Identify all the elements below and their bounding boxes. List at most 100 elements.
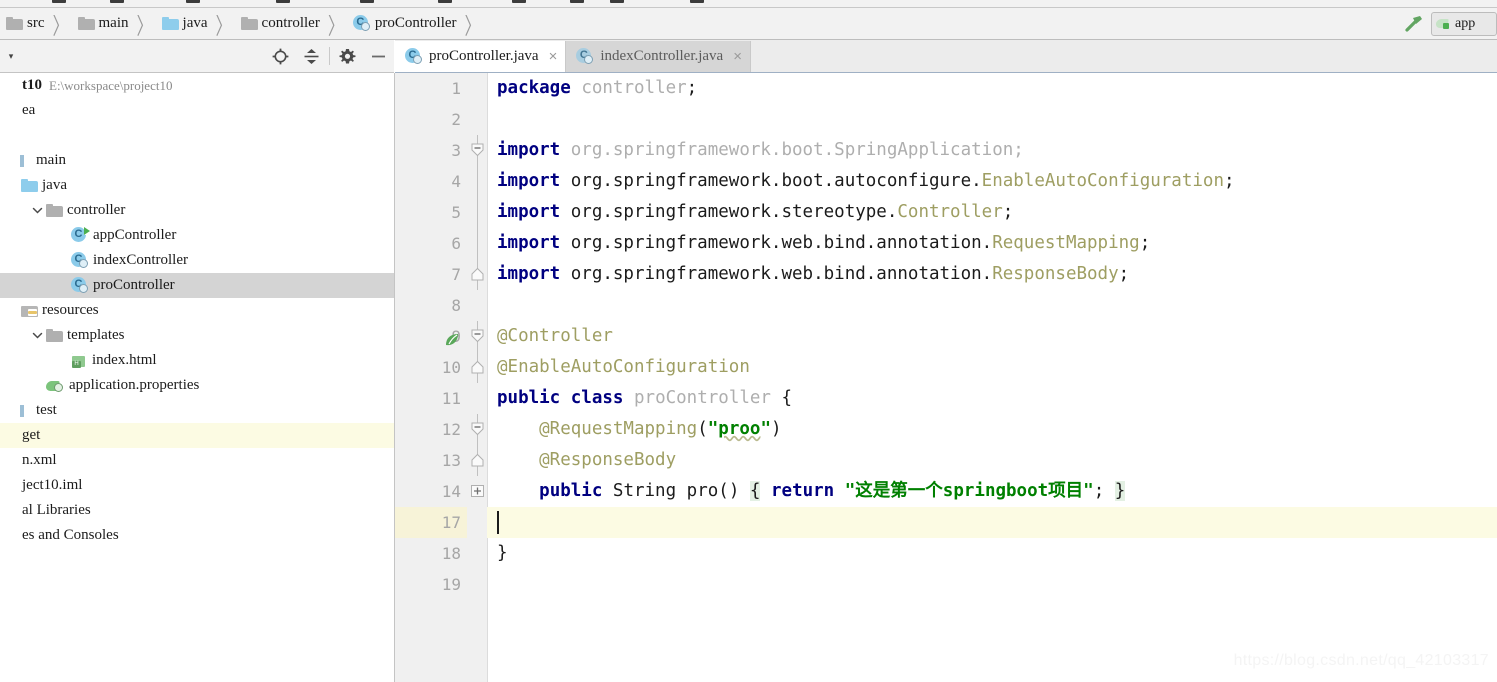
editor-tab-indexcontroller-java[interactable]: indexController.java × xyxy=(566,41,751,72)
fold-collapse-icon[interactable] xyxy=(470,328,485,344)
run-configuration-selector[interactable]: app xyxy=(1431,11,1497,36)
code-text[interactable]: @Controller xyxy=(487,321,1497,352)
tree-item-resources[interactable]: resources xyxy=(0,298,394,323)
fold-gutter-cell[interactable] xyxy=(467,538,487,569)
code-line-12[interactable]: 12 @RequestMapping("proo") xyxy=(395,414,1497,445)
code-line-7[interactable]: 7 import org.springframework.web.bind.ann… xyxy=(395,259,1497,290)
editor-tab-procontroller-java[interactable]: proController.java × xyxy=(395,41,567,72)
fold-gutter-cell[interactable] xyxy=(467,290,487,321)
code-line-17[interactable]: 17 xyxy=(395,507,1497,538)
code-line-1[interactable]: 1 package controller; xyxy=(395,73,1497,104)
code-text[interactable] xyxy=(487,569,1497,600)
fold-gutter-cell[interactable] xyxy=(467,383,487,414)
code-text[interactable]: @RequestMapping("proo") xyxy=(487,414,1497,445)
tree-item-test[interactable]: test xyxy=(0,398,394,423)
code-line-6[interactable]: 6 import org.springframework.web.bind.ann… xyxy=(395,228,1497,259)
code-text[interactable]: } xyxy=(487,538,1497,569)
code-text[interactable]: import org.springframework.stereotype.Co… xyxy=(487,197,1497,228)
toolbar-icon[interactable] xyxy=(512,0,526,3)
tree-item-index-html[interactable]: index.html xyxy=(0,348,394,373)
fold-gutter-cell[interactable] xyxy=(467,321,487,352)
close-icon[interactable]: × xyxy=(733,48,742,65)
toolbar-icon[interactable] xyxy=(52,0,66,3)
tree-item-get[interactable]: get xyxy=(0,423,394,448)
toolbar-icon[interactable] xyxy=(570,0,584,3)
tree-item-ject10-iml[interactable]: ject10.iml xyxy=(0,473,394,498)
tree-item-blank[interactable] xyxy=(0,123,394,148)
tree-item-main[interactable]: main xyxy=(0,148,394,173)
close-icon[interactable]: × xyxy=(549,48,558,65)
code-line-11[interactable]: 11 public class proController { xyxy=(395,383,1497,414)
code-line-14[interactable]: 14 public String pro() { return "这是第一个sp… xyxy=(395,476,1497,507)
tree-item-indexcontroller[interactable]: indexController xyxy=(0,248,394,273)
tree-item-al-libraries[interactable]: al Libraries xyxy=(0,498,394,523)
fold-gutter-cell[interactable] xyxy=(467,166,487,197)
fold-gutter-cell[interactable] xyxy=(467,476,487,507)
fold-collapse-icon[interactable] xyxy=(470,421,485,437)
fold-region-end-icon[interactable] xyxy=(470,452,485,468)
fold-gutter-cell[interactable] xyxy=(467,135,487,166)
code-text[interactable] xyxy=(487,507,1497,538)
code-line-3[interactable]: 3 import org.springframework.boot.SpringA… xyxy=(395,135,1497,166)
tree-item-java[interactable]: java xyxy=(0,173,394,198)
fold-gutter-cell[interactable] xyxy=(467,197,487,228)
code-text[interactable]: @ResponseBody xyxy=(487,445,1497,476)
toolbar-icon[interactable] xyxy=(360,0,374,3)
tree-item-templates[interactable]: templates xyxy=(0,323,394,348)
spring-bean-gutter-icon[interactable] xyxy=(443,328,460,346)
code-editor[interactable]: 1 package controller; 2 3 import org.springf… xyxy=(395,73,1497,682)
project-view-dropdown-icon[interactable]: ▾ xyxy=(0,51,22,62)
fold-gutter-cell[interactable] xyxy=(467,259,487,290)
code-line-10[interactable]: 10 @EnableAutoConfiguration xyxy=(395,352,1497,383)
code-line-5[interactable]: 5 import org.springframework.stereotype.C… xyxy=(395,197,1497,228)
fold-gutter-cell[interactable] xyxy=(467,73,487,104)
hammer-icon[interactable] xyxy=(1397,11,1431,37)
chevron-down-icon[interactable] xyxy=(28,198,46,223)
code-line-8[interactable]: 8 xyxy=(395,290,1497,321)
code-line-19[interactable]: 19 xyxy=(395,569,1497,600)
tree-item-es-and-consoles[interactable]: es and Consoles xyxy=(0,523,394,548)
fold-gutter-cell[interactable] xyxy=(467,569,487,600)
toolbar-icon[interactable] xyxy=(610,0,624,3)
project-tree[interactable]: t10 E:\workspace\project10 ea main java contr… xyxy=(0,73,395,682)
tree-item-t10[interactable]: t10 E:\workspace\project10 xyxy=(0,73,394,98)
code-text[interactable]: import org.springframework.boot.autoconf… xyxy=(487,166,1497,197)
code-content[interactable]: 1 package controller; 2 3 import org.springf… xyxy=(395,73,1497,600)
hide-icon[interactable] xyxy=(363,41,394,71)
code-line-13[interactable]: 13 @ResponseBody xyxy=(395,445,1497,476)
toolbar-icon[interactable] xyxy=(438,0,452,3)
breadcrumb-item-src[interactable]: src xyxy=(4,13,46,35)
code-text[interactable]: package controller; xyxy=(487,73,1497,104)
toolbar-icon[interactable] xyxy=(110,0,124,3)
code-text[interactable]: public String pro() { return "这是第一个sprin… xyxy=(487,476,1497,507)
code-line-2[interactable]: 2 xyxy=(395,104,1497,135)
fold-gutter-cell[interactable] xyxy=(467,445,487,476)
breadcrumb-item-main[interactable]: main xyxy=(76,13,130,35)
code-text[interactable]: import org.springframework.web.bind.anno… xyxy=(487,259,1497,290)
fold-gutter-cell[interactable] xyxy=(467,104,487,135)
toolbar-icon[interactable] xyxy=(690,0,704,3)
code-text[interactable]: public class proController { xyxy=(487,383,1497,414)
fold-gutter-cell[interactable] xyxy=(467,414,487,445)
toolbar-icon[interactable] xyxy=(276,0,290,3)
code-line-18[interactable]: 18} xyxy=(395,538,1497,569)
select-opened-file-icon[interactable] xyxy=(265,41,296,71)
collapse-all-icon[interactable] xyxy=(296,41,327,71)
code-text[interactable]: import org.springframework.web.bind.anno… xyxy=(487,228,1497,259)
tree-item-appcontroller[interactable]: appController xyxy=(0,223,394,248)
gear-icon[interactable] xyxy=(332,41,363,71)
tree-item-procontroller[interactable]: proController xyxy=(0,273,394,298)
tree-item-n-xml[interactable]: n.xml xyxy=(0,448,394,473)
code-text[interactable]: @EnableAutoConfiguration xyxy=(487,352,1497,383)
code-text[interactable] xyxy=(487,104,1497,135)
chevron-down-icon[interactable] xyxy=(28,323,46,348)
fold-collapse-icon[interactable] xyxy=(470,142,485,158)
breadcrumb-item-procontroller[interactable]: proController xyxy=(351,13,458,35)
tree-item-ea[interactable]: ea xyxy=(0,98,394,123)
code-text[interactable] xyxy=(487,290,1497,321)
tree-item-controller[interactable]: controller xyxy=(0,198,394,223)
fold-gutter-cell[interactable] xyxy=(467,228,487,259)
fold-region-end-icon[interactable] xyxy=(470,359,485,375)
fold-gutter-cell[interactable] xyxy=(467,507,487,538)
code-line-4[interactable]: 4 import org.springframework.boot.autocon… xyxy=(395,166,1497,197)
